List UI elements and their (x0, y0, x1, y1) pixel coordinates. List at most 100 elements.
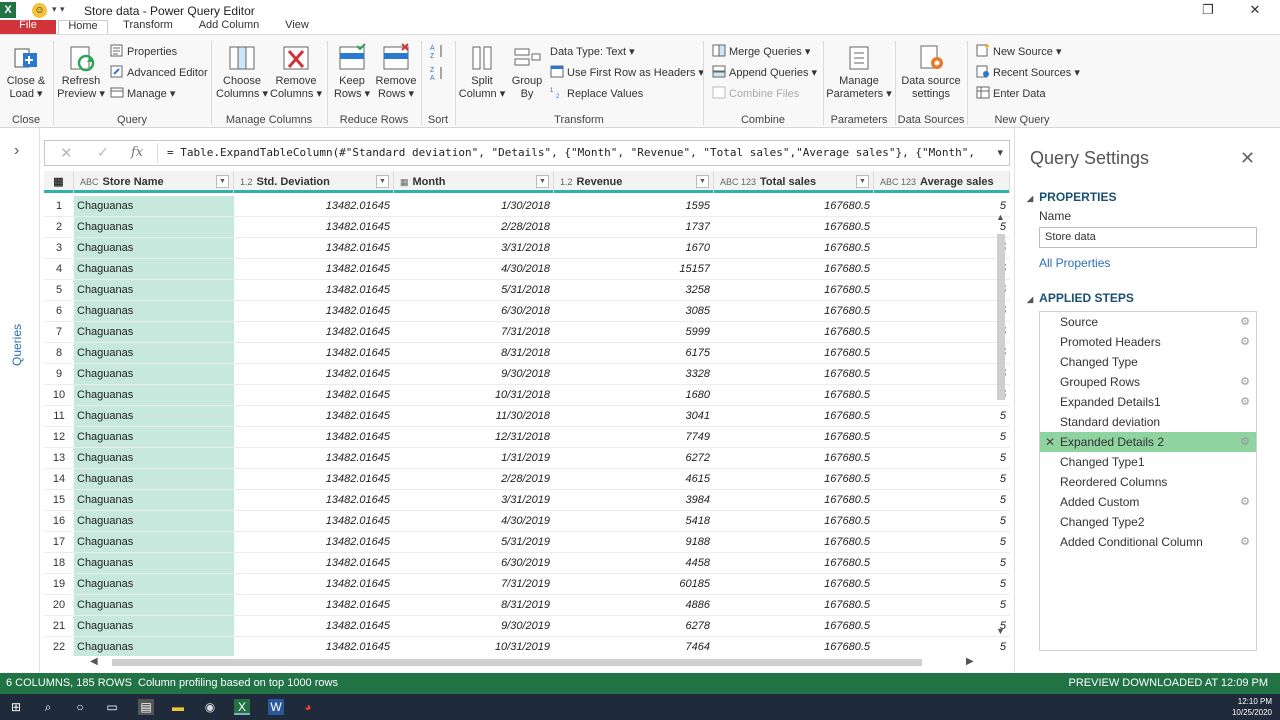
close-query-settings-icon[interactable]: ✕ (1240, 148, 1255, 169)
table-cell[interactable]: 13482.01645 (234, 574, 394, 595)
table-cell[interactable]: 6272 (554, 448, 714, 469)
task-view-icon[interactable]: ▭ (104, 699, 120, 715)
applied-step-item[interactable]: Standard deviation (1040, 412, 1256, 432)
table-cell[interactable]: 167680.5 (714, 448, 874, 469)
close-load-button[interactable]: Close & Load ▾ (4, 43, 48, 101)
table-cell[interactable]: 6175 (554, 343, 714, 364)
table-cell[interactable]: 3984 (554, 490, 714, 511)
table-cell[interactable]: 13482.01645 (234, 511, 394, 532)
table-cell-store-name[interactable]: Chaguanas (74, 385, 234, 406)
table-cell[interactable]: 5999 (554, 322, 714, 343)
table-cell[interactable]: 13482.01645 (234, 532, 394, 553)
table-cell-store-name[interactable]: Chaguanas (74, 511, 234, 532)
table-cell[interactable]: 6/30/2019 (394, 553, 554, 574)
table-cell[interactable]: 5 (874, 448, 1010, 469)
table-cell[interactable]: 13482.01645 (234, 322, 394, 343)
step-settings-gear-icon[interactable]: ⚙ (1240, 332, 1250, 352)
table-cell[interactable]: 5 (874, 532, 1010, 553)
scroll-up-chevron-icon[interactable]: ▲ (996, 212, 1005, 222)
tab-home[interactable]: Home (58, 20, 108, 34)
table-row[interactable]: 20 Chaguanas 13482.01645 8/31/2019 4886 16768… (44, 595, 1010, 616)
table-row[interactable]: 2 Chaguanas 13482.01645 2/28/2018 1737 167680… (44, 217, 1010, 238)
vertical-scroll-thumb[interactable] (997, 234, 1005, 400)
table-cell-store-name[interactable]: Chaguanas (74, 217, 234, 238)
table-cell-store-name[interactable]: Chaguanas (74, 553, 234, 574)
table-row[interactable]: 12 Chaguanas 13482.01645 12/31/2018 7749 1676… (44, 427, 1010, 448)
table-cell[interactable]: 13482.01645 (234, 238, 394, 259)
table-cell[interactable]: 4886 (554, 595, 714, 616)
table-cell[interactable]: 1670 (554, 238, 714, 259)
table-row[interactable]: 7 Chaguanas 13482.01645 7/31/2018 5999 167680… (44, 322, 1010, 343)
table-row[interactable]: 14 Chaguanas 13482.01645 2/28/2019 4615 16768… (44, 469, 1010, 490)
table-cell[interactable]: 5 (874, 196, 1010, 217)
table-cell[interactable]: 7464 (554, 637, 714, 656)
scroll-down-chevron-icon[interactable]: ▼ (996, 626, 1005, 636)
manage-button[interactable]: Manage ▾ (110, 85, 175, 103)
chrome-taskbar-icon[interactable]: ◕ (300, 699, 316, 715)
table-cell[interactable]: 5 (874, 322, 1010, 343)
step-settings-gear-icon[interactable]: ⚙ (1240, 432, 1250, 452)
table-cell[interactable]: 167680.5 (714, 553, 874, 574)
taskbar-clock[interactable]: 12:10 PM 10/25/2020 (1232, 696, 1272, 718)
table-cell-store-name[interactable]: Chaguanas (74, 364, 234, 385)
choose-columns-button[interactable]: Choose Columns ▾ (216, 43, 268, 101)
properties-button[interactable]: Properties (110, 43, 177, 61)
table-cell[interactable]: 4/30/2018 (394, 259, 554, 280)
tab-view[interactable]: View (278, 20, 316, 34)
table-cell-store-name[interactable]: Chaguanas (74, 574, 234, 595)
table-row[interactable]: 4 Chaguanas 13482.01645 4/30/2018 15157 16768… (44, 259, 1010, 280)
table-cell[interactable]: 8/31/2018 (394, 343, 554, 364)
table-cell[interactable]: 13482.01645 (234, 280, 394, 301)
table-row[interactable]: 16 Chaguanas 13482.01645 4/30/2019 5418 16768… (44, 511, 1010, 532)
table-cell-store-name[interactable]: Chaguanas (74, 238, 234, 259)
table-cell[interactable]: 8/31/2019 (394, 595, 554, 616)
table-cell[interactable]: 1/31/2019 (394, 448, 554, 469)
keep-rows-button[interactable]: Keep Rows ▾ (330, 43, 374, 101)
table-cell[interactable]: 13482.01645 (234, 217, 394, 238)
table-cell[interactable]: 13482.01645 (234, 196, 394, 217)
table-cell[interactable]: 167680.5 (714, 385, 874, 406)
restore-window-icon[interactable]: ❐ (1197, 2, 1219, 18)
windows-start-icon[interactable]: ⊞ (8, 699, 24, 715)
scroll-right-chevron-icon[interactable]: ▶ (966, 656, 974, 667)
step-settings-gear-icon[interactable]: ⚙ (1240, 372, 1250, 392)
table-cell[interactable]: 13482.01645 (234, 301, 394, 322)
tab-transform[interactable]: Transform (118, 20, 178, 34)
column-header-store-name[interactable]: ABC Store Name ▼ (74, 171, 234, 193)
table-cell-store-name[interactable]: Chaguanas (74, 490, 234, 511)
table-row[interactable]: 18 Chaguanas 13482.01645 6/30/2019 4458 16768… (44, 553, 1010, 574)
column-header-total-sales[interactable]: ABC 123 Total sales ▼ (714, 171, 874, 193)
applied-step-item[interactable]: Grouped Rows ⚙ (1040, 372, 1256, 392)
table-cell[interactable]: 13482.01645 (234, 364, 394, 385)
table-cell[interactable]: 3328 (554, 364, 714, 385)
table-cell-store-name[interactable]: Chaguanas (74, 259, 234, 280)
table-cell[interactable]: 13482.01645 (234, 616, 394, 637)
recent-sources-button[interactable]: Recent Sources ▾ (976, 64, 1080, 82)
cancel-formula-icon[interactable]: ✕ (60, 144, 73, 162)
table-cell[interactable]: 167680.5 (714, 280, 874, 301)
data-source-settings-button[interactable]: Data source settings (898, 43, 964, 101)
column-profiling-status[interactable]: Column profiling based on top 1000 rows (138, 673, 338, 694)
table-cell[interactable]: 5 (874, 364, 1010, 385)
table-cell[interactable]: 10/31/2019 (394, 637, 554, 656)
table-cell[interactable]: 5 (874, 553, 1010, 574)
table-row[interactable]: 1 Chaguanas 13482.01645 1/30/2018 1595 167680… (44, 196, 1010, 217)
cortana-icon[interactable]: ○ (72, 699, 88, 715)
table-cell[interactable]: 167680.5 (714, 637, 874, 656)
use-first-row-headers-button[interactable]: Use First Row as Headers ▾ (550, 64, 704, 82)
filter-dropdown-icon[interactable]: ▼ (696, 175, 709, 188)
applied-step-item[interactable]: Changed Type (1040, 352, 1256, 372)
table-cell[interactable]: 5/31/2018 (394, 280, 554, 301)
combine-files-button[interactable]: Combine Files (712, 85, 799, 103)
vertical-scrollbar[interactable]: ▲ ▼ (994, 212, 1008, 642)
applied-step-item[interactable]: Expanded Details1 ⚙ (1040, 392, 1256, 412)
sort-descending-button[interactable]: ZA (430, 65, 447, 83)
table-cell[interactable]: 5 (874, 385, 1010, 406)
commit-formula-icon[interactable]: ✓ (97, 144, 109, 161)
table-cell-store-name[interactable]: Chaguanas (74, 406, 234, 427)
table-cell-store-name[interactable]: Chaguanas (74, 196, 234, 217)
advanced-editor-button[interactable]: Advanced Editor (110, 64, 208, 82)
table-cell-store-name[interactable]: Chaguanas (74, 322, 234, 343)
table-cell[interactable]: 13482.01645 (234, 448, 394, 469)
table-cell[interactable]: 167680.5 (714, 511, 874, 532)
